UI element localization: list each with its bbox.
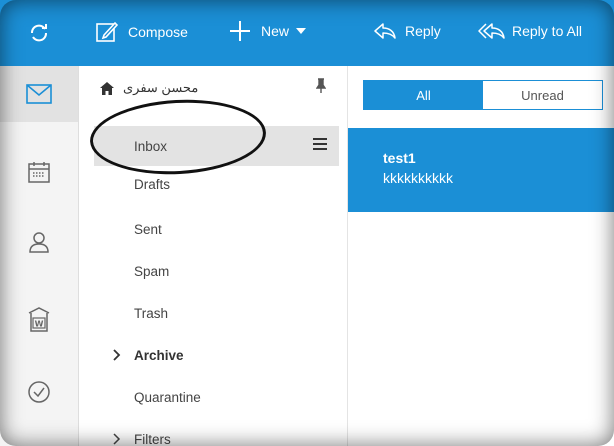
new-button[interactable]: New: [229, 20, 307, 42]
folder-sent[interactable]: Sent: [79, 209, 339, 249]
reply-all-button[interactable]: Reply to All: [478, 22, 582, 40]
compose-label: Compose: [128, 24, 188, 40]
tasks-icon: [28, 381, 50, 403]
mail-app-window: Compose New Reply Reply to All W محسن سف…: [0, 0, 614, 446]
message-preview: kkkkkkkkkk: [383, 170, 453, 186]
reply-label: Reply: [405, 23, 441, 39]
folder-filters[interactable]: Filters: [79, 419, 339, 446]
new-label: New: [261, 23, 290, 39]
refresh-button[interactable]: [28, 22, 50, 44]
rail-mail[interactable]: [0, 66, 78, 122]
compose-icon: [96, 21, 119, 42]
account-name: محسن سفری: [123, 80, 199, 95]
chevron-right-icon[interactable]: [113, 433, 121, 445]
chevron-right-icon[interactable]: [113, 349, 121, 361]
folder-label: Drafts: [134, 176, 171, 192]
plus-icon: [230, 21, 250, 41]
folder-label: Filters: [134, 431, 171, 446]
contacts-icon: [29, 232, 49, 253]
reply-all-label: Reply to All: [512, 23, 583, 39]
rail-contacts[interactable]: [0, 214, 78, 270]
folder-trash[interactable]: Trash: [79, 293, 339, 333]
refresh-icon: [31, 24, 47, 42]
folder-label: Inbox: [134, 138, 168, 154]
message-list: All Unread test1 kkkkkkkkkk: [348, 66, 614, 446]
folder-spam[interactable]: Spam: [79, 251, 339, 291]
folder-quarantine[interactable]: Quarantine: [79, 377, 339, 417]
account-header[interactable]: محسن سفری: [99, 80, 198, 96]
rail-calendar[interactable]: [0, 144, 78, 200]
folder-drafts[interactable]: Drafts: [79, 164, 339, 204]
reply-all-icon: [478, 23, 505, 39]
folder-label: Spam: [134, 263, 170, 279]
app-rail: W: [0, 66, 79, 446]
home-icon: [100, 81, 114, 95]
message-item[interactable]: test1 kkkkkkkkkk: [348, 128, 614, 212]
folder-label: Quarantine: [134, 389, 201, 405]
caret-down-icon: [296, 28, 307, 34]
rail-documents[interactable]: W: [0, 292, 78, 348]
message-subject: test1: [383, 150, 416, 166]
document-icon: W: [28, 307, 50, 332]
folder-label: Trash: [134, 305, 169, 321]
reply-button[interactable]: Reply: [373, 22, 441, 40]
filter-unread-tab[interactable]: Unread: [483, 81, 602, 109]
folder-label: Sent: [134, 221, 162, 237]
folder-inbox[interactable]: Inbox: [94, 126, 339, 166]
reply-icon: [374, 23, 396, 39]
rail-tasks[interactable]: [0, 364, 78, 420]
pin-icon[interactable]: [316, 78, 326, 94]
toolbar: Compose New Reply Reply to All: [0, 0, 614, 66]
folder-menu-icon[interactable]: [313, 138, 327, 150]
svg-text:W: W: [35, 320, 44, 329]
mail-icon: [26, 84, 52, 104]
folder-label: Archive: [134, 347, 184, 363]
folder-pane: محسن سفری Inbox Drafts Sent Spam Trash A: [79, 66, 348, 446]
read-filter: All Unread: [363, 80, 603, 110]
compose-button[interactable]: Compose: [95, 20, 188, 44]
filter-all-tab[interactable]: All: [364, 81, 483, 109]
calendar-icon: [28, 162, 50, 183]
folder-archive[interactable]: Archive: [79, 335, 339, 375]
